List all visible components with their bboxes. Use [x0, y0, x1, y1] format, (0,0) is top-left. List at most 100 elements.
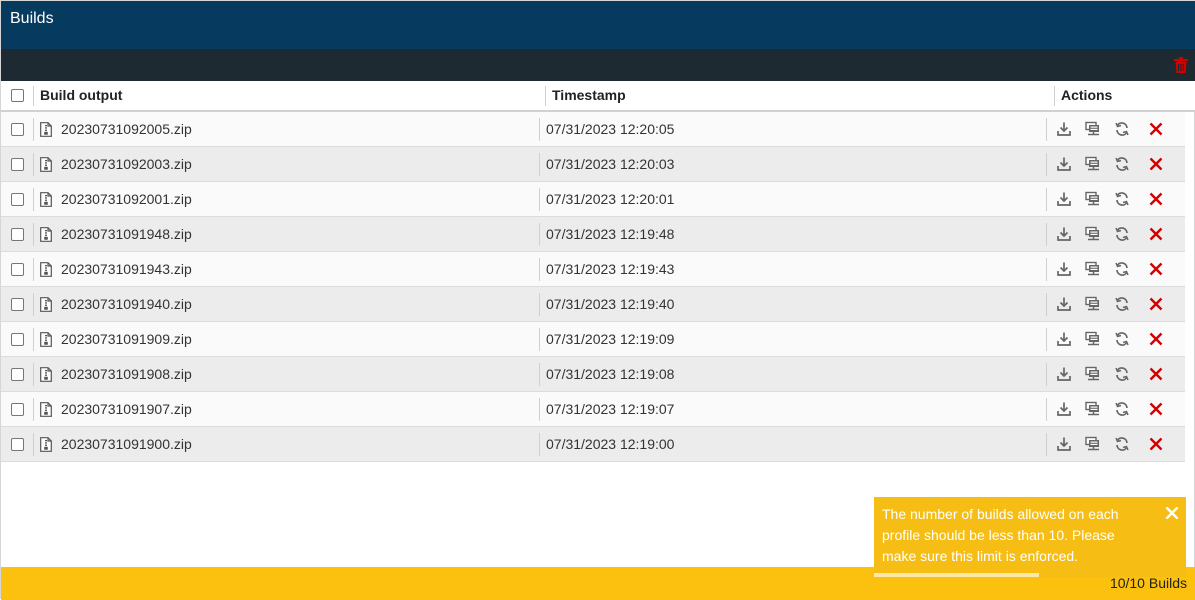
download-icon[interactable] [1056, 261, 1072, 277]
refresh-icon[interactable] [1114, 366, 1130, 382]
deploy-icon[interactable] [1085, 296, 1101, 312]
column-header-timestamp[interactable]: Timestamp [552, 81, 626, 110]
deploy-icon[interactable] [1085, 191, 1101, 207]
deploy-icon[interactable] [1085, 366, 1101, 382]
delete-icon[interactable] [1148, 261, 1164, 277]
window-title: Builds [1, 1, 1195, 49]
refresh-icon[interactable] [1114, 226, 1130, 242]
build-file-name[interactable]: 20230731092005.zip [61, 112, 192, 147]
row-checkbox[interactable] [11, 228, 24, 241]
refresh-icon[interactable] [1114, 401, 1130, 417]
table-row[interactable]: 20230731092005.zip 07/31/2023 12:20:05 [1, 112, 1185, 147]
table-row[interactable]: 20230731091943.zip 07/31/2023 12:19:43 [1, 252, 1185, 287]
download-icon[interactable] [1056, 366, 1072, 382]
download-icon[interactable] [1056, 121, 1072, 137]
build-timestamp: 07/31/2023 12:20:01 [546, 191, 675, 207]
row-checkbox[interactable] [11, 438, 24, 451]
download-icon[interactable] [1056, 331, 1072, 347]
close-icon[interactable] [1166, 507, 1178, 519]
build-file-name[interactable]: 20230731091900.zip [61, 427, 192, 462]
table-row[interactable]: 20230731091909.zip 07/31/2023 12:19:09 [1, 322, 1185, 357]
row-checkbox[interactable] [11, 263, 24, 276]
column-divider [1046, 293, 1047, 316]
download-icon[interactable] [1056, 401, 1072, 417]
column-divider [1054, 86, 1055, 106]
row-checkbox[interactable] [11, 158, 24, 171]
build-count: 10/10 Builds [1109, 575, 1187, 591]
refresh-icon[interactable] [1114, 156, 1130, 172]
column-divider [33, 86, 34, 106]
zip-file-icon [40, 332, 52, 347]
deploy-icon[interactable] [1085, 156, 1101, 172]
deploy-icon[interactable] [1085, 436, 1101, 452]
row-checkbox[interactable] [11, 123, 24, 136]
delete-icon[interactable] [1148, 331, 1164, 347]
column-divider [1046, 328, 1047, 351]
download-icon[interactable] [1056, 436, 1072, 452]
row-checkbox[interactable] [11, 368, 24, 381]
trash-icon[interactable] [1174, 57, 1188, 73]
build-file-name[interactable]: 20230731092003.zip [61, 147, 192, 182]
toast-timer-bar [874, 573, 1039, 577]
deploy-icon[interactable] [1085, 261, 1101, 277]
refresh-icon[interactable] [1114, 191, 1130, 207]
delete-icon[interactable] [1148, 191, 1164, 207]
download-icon[interactable] [1056, 226, 1072, 242]
table-row[interactable]: 20230731092003.zip 07/31/2023 12:20:03 [1, 147, 1185, 182]
column-divider [539, 363, 540, 386]
deploy-icon[interactable] [1085, 226, 1101, 242]
refresh-icon[interactable] [1114, 261, 1130, 277]
column-divider [1046, 433, 1047, 456]
table-row[interactable]: 20230731091900.zip 07/31/2023 12:19:00 [1, 427, 1185, 462]
delete-icon[interactable] [1148, 401, 1164, 417]
row-checkbox[interactable] [11, 333, 24, 346]
table-header: Build output Timestamp Actions [1, 81, 1195, 112]
column-divider [1046, 153, 1047, 176]
table-row[interactable]: 20230731091908.zip 07/31/2023 12:19:08 [1, 357, 1185, 392]
download-icon[interactable] [1056, 296, 1072, 312]
row-checkbox[interactable] [11, 298, 24, 311]
build-file-name[interactable]: 20230731091943.zip [61, 252, 192, 287]
build-file-name[interactable]: 20230731092001.zip [61, 182, 192, 217]
zip-file-icon [40, 437, 52, 452]
build-file-name[interactable]: 20230731091940.zip [61, 287, 192, 322]
build-file-name[interactable]: 20230731091909.zip [61, 322, 192, 357]
deploy-icon[interactable] [1085, 121, 1101, 137]
delete-icon[interactable] [1148, 226, 1164, 242]
download-icon[interactable] [1056, 156, 1072, 172]
refresh-icon[interactable] [1114, 121, 1130, 137]
table-row[interactable]: 20230731092001.zip 07/31/2023 12:20:01 [1, 182, 1185, 217]
delete-icon[interactable] [1148, 156, 1164, 172]
column-divider [545, 86, 546, 106]
column-divider [33, 433, 34, 456]
deploy-icon[interactable] [1085, 331, 1101, 347]
delete-icon[interactable] [1148, 366, 1164, 382]
column-header-build-output[interactable]: Build output [40, 81, 122, 110]
column-divider [539, 153, 540, 176]
delete-icon[interactable] [1148, 121, 1164, 137]
column-divider [539, 118, 540, 141]
build-timestamp: 07/31/2023 12:19:07 [546, 401, 675, 417]
table-row[interactable]: 20230731091907.zip 07/31/2023 12:19:07 [1, 392, 1185, 427]
row-checkbox[interactable] [11, 193, 24, 206]
refresh-icon[interactable] [1114, 296, 1130, 312]
download-icon[interactable] [1056, 191, 1072, 207]
build-timestamp: 07/31/2023 12:19:40 [546, 296, 675, 312]
select-all-checkbox[interactable] [11, 89, 24, 102]
table-row[interactable]: 20230731091948.zip 07/31/2023 12:19:48 [1, 217, 1185, 252]
row-checkbox[interactable] [11, 403, 24, 416]
delete-icon[interactable] [1148, 296, 1164, 312]
build-file-name[interactable]: 20230731091948.zip [61, 217, 192, 252]
table-row[interactable]: 20230731091940.zip 07/31/2023 12:19:40 [1, 287, 1185, 322]
column-header-actions: Actions [1061, 87, 1113, 103]
column-divider [33, 328, 34, 351]
build-file-name[interactable]: 20230731091908.zip [61, 357, 192, 392]
build-file-name[interactable]: 20230731091907.zip [61, 392, 192, 427]
zip-file-icon [40, 122, 52, 137]
column-divider [33, 188, 34, 211]
refresh-icon[interactable] [1114, 331, 1130, 347]
refresh-icon[interactable] [1114, 436, 1130, 452]
delete-icon[interactable] [1148, 436, 1164, 452]
deploy-icon[interactable] [1085, 401, 1101, 417]
toast-message: The number of builds allowed on each pro… [882, 506, 1119, 564]
